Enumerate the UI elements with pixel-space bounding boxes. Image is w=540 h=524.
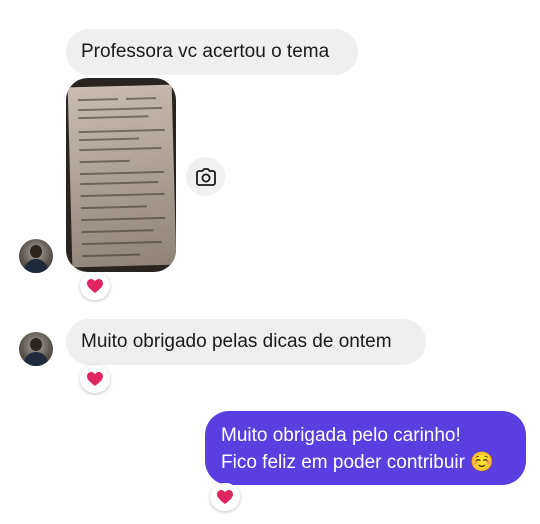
message-text-line: Fico feliz em poder contribuir ☺️	[221, 452, 494, 473]
message-text-line: Muito obrigada pelo carinho!	[221, 425, 461, 446]
heart-icon	[217, 490, 233, 504]
message-text: Muito obrigado pelas dicas de ontem	[81, 331, 392, 352]
reaction-badge[interactable]	[210, 483, 240, 511]
heart-icon	[87, 279, 103, 293]
incoming-message-bubble[interactable]: Professora vc acertou o tema	[66, 29, 358, 75]
reaction-badge[interactable]	[80, 365, 110, 393]
camera-icon	[195, 167, 216, 186]
reaction-badge[interactable]	[80, 272, 110, 300]
message-text: Professora vc acertou o tema	[81, 41, 330, 62]
heart-icon	[87, 372, 103, 386]
camera-button[interactable]	[186, 157, 225, 196]
photo-paper	[67, 84, 176, 268]
avatar[interactable]	[19, 332, 53, 366]
message-photo[interactable]	[66, 78, 176, 272]
incoming-message-bubble[interactable]: Muito obrigado pelas dicas de ontem	[66, 319, 426, 365]
avatar[interactable]	[19, 239, 53, 273]
outgoing-message-bubble[interactable]: Muito obrigada pelo carinho! Fico feliz …	[205, 411, 526, 485]
